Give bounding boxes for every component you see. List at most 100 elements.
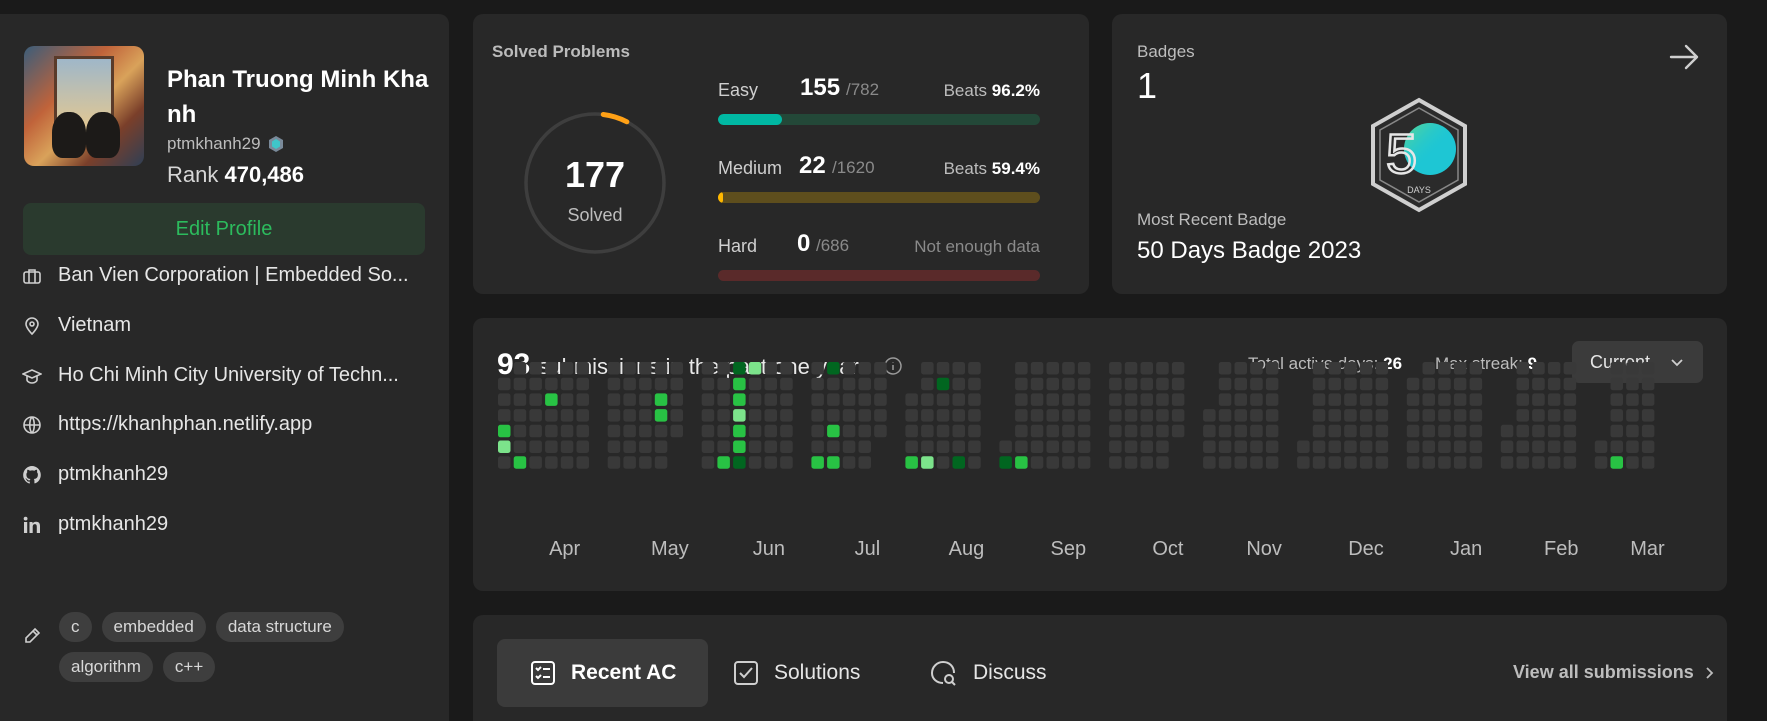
skill-tag[interactable]: c xyxy=(59,612,92,642)
heatmap-day-cell[interactable] xyxy=(1109,393,1122,406)
heatmap-day-cell[interactable] xyxy=(1124,424,1138,438)
heatmap-day-cell[interactable] xyxy=(1015,393,1028,406)
heatmap-day-cell[interactable] xyxy=(1344,362,1357,375)
heatmap-day-cell[interactable] xyxy=(1359,456,1373,469)
heatmap-day-cell[interactable] xyxy=(1453,456,1467,469)
heatmap-day-cell[interactable] xyxy=(717,393,730,406)
heatmap-day-cell[interactable] xyxy=(780,456,793,469)
heatmap-day-cell[interactable] xyxy=(654,440,668,454)
heatmap-day-cell[interactable] xyxy=(874,409,887,422)
heatmap-day-cell[interactable] xyxy=(842,456,856,469)
heatmap-day-cell[interactable] xyxy=(607,377,621,391)
heatmap-day-cell[interactable] xyxy=(842,440,856,454)
heatmap-day-cell[interactable] xyxy=(498,440,511,454)
heatmap-day-cell[interactable] xyxy=(748,362,762,375)
heatmap-day-cell[interactable] xyxy=(764,424,778,438)
heatmap-day-cell[interactable] xyxy=(733,393,746,406)
heatmap-day-cell[interactable] xyxy=(560,456,574,469)
heatmap-day-cell[interactable] xyxy=(623,424,636,438)
heatmap-day-cell[interactable] xyxy=(717,440,730,454)
heatmap-day-cell[interactable] xyxy=(733,362,746,375)
heatmap-day-cell[interactable] xyxy=(1030,424,1044,438)
heatmap-day-cell[interactable] xyxy=(1547,440,1561,454)
heatmap-day-cell[interactable] xyxy=(827,409,840,422)
heatmap-day-cell[interactable] xyxy=(921,456,934,469)
heatmap-day-cell[interactable] xyxy=(1328,456,1342,469)
heatmap-day-cell[interactable] xyxy=(1062,362,1075,375)
heatmap-day-cell[interactable] xyxy=(1140,456,1154,469)
heatmap-day-cell[interactable] xyxy=(717,362,730,375)
heatmap-day-cell[interactable] xyxy=(811,377,824,391)
heatmap-day-cell[interactable] xyxy=(780,393,793,406)
heatmap-day-cell[interactable] xyxy=(1453,362,1467,375)
heatmap-day-cell[interactable] xyxy=(811,424,824,438)
heatmap-day-cell[interactable] xyxy=(1453,377,1467,391)
heatmap-day-cell[interactable] xyxy=(858,456,872,469)
view-all-submissions-link[interactable]: View all submissions xyxy=(1513,662,1716,683)
heatmap-day-cell[interactable] xyxy=(874,377,887,391)
heatmap-day-cell[interactable] xyxy=(1375,393,1389,406)
heatmap-day-cell[interactable] xyxy=(1077,393,1091,406)
heatmap-day-cell[interactable] xyxy=(811,456,824,469)
heatmap-day-cell[interactable] xyxy=(921,440,934,454)
heatmap-day-cell[interactable] xyxy=(1328,409,1342,422)
heatmap-day-cell[interactable] xyxy=(513,456,527,469)
linkedin-row[interactable]: ptmkhanh29 xyxy=(22,513,432,536)
heatmap-day-cell[interactable] xyxy=(842,409,856,422)
heatmap-day-cell[interactable] xyxy=(1594,440,1608,454)
heatmap-day-cell[interactable] xyxy=(1626,409,1639,422)
heatmap-day-cell[interactable] xyxy=(1532,393,1545,406)
heatmap-day-cell[interactable] xyxy=(1469,362,1483,375)
heatmap-day-cell[interactable] xyxy=(748,456,762,469)
heatmap-day-cell[interactable] xyxy=(529,440,542,454)
heatmap-day-cell[interactable] xyxy=(748,440,762,454)
heatmap-day-cell[interactable] xyxy=(1156,456,1169,469)
heatmap-day-cell[interactable] xyxy=(1015,362,1028,375)
heatmap-day-cell[interactable] xyxy=(1438,393,1451,406)
heatmap-day-cell[interactable] xyxy=(1109,362,1122,375)
heatmap-day-cell[interactable] xyxy=(654,456,668,469)
heatmap-day-cell[interactable] xyxy=(654,424,668,438)
heatmap-day-cell[interactable] xyxy=(1312,424,1326,438)
heatmap-day-cell[interactable] xyxy=(701,409,715,422)
heatmap-day-cell[interactable] xyxy=(1062,409,1075,422)
heatmap-day-cell[interactable] xyxy=(670,362,684,375)
heatmap-day-cell[interactable] xyxy=(1077,424,1091,438)
heatmap-day-cell[interactable] xyxy=(1438,424,1451,438)
heatmap-day-cell[interactable] xyxy=(1062,440,1075,454)
heatmap-day-cell[interactable] xyxy=(1312,393,1326,406)
heatmap-day-cell[interactable] xyxy=(858,424,872,438)
heatmap-day-cell[interactable] xyxy=(811,440,824,454)
heatmap-day-cell[interactable] xyxy=(764,393,778,406)
heatmap-day-cell[interactable] xyxy=(1375,440,1389,454)
heatmap-day-cell[interactable] xyxy=(1532,377,1545,391)
heatmap-day-cell[interactable] xyxy=(1297,440,1310,454)
heatmap-day-cell[interactable] xyxy=(1344,409,1357,422)
heatmap-day-cell[interactable] xyxy=(1312,409,1326,422)
heatmap-day-cell[interactable] xyxy=(1030,377,1044,391)
heatmap-day-cell[interactable] xyxy=(1250,456,1263,469)
heatmap-day-cell[interactable] xyxy=(921,393,934,406)
heatmap-day-cell[interactable] xyxy=(1109,440,1122,454)
heatmap-day-cell[interactable] xyxy=(1516,393,1530,406)
heatmap-day-cell[interactable] xyxy=(717,377,730,391)
heatmap-day-cell[interactable] xyxy=(1375,377,1389,391)
heatmap-day-cell[interactable] xyxy=(1265,456,1279,469)
heatmap-day-cell[interactable] xyxy=(560,409,574,422)
heatmap-day-cell[interactable] xyxy=(827,362,840,375)
heatmap-day-cell[interactable] xyxy=(1641,393,1655,406)
heatmap-day-cell[interactable] xyxy=(1406,393,1420,406)
heatmap-day-cell[interactable] xyxy=(1234,440,1248,454)
heatmap-day-cell[interactable] xyxy=(1234,456,1248,469)
heatmap-day-cell[interactable] xyxy=(1500,456,1514,469)
heatmap-day-cell[interactable] xyxy=(999,440,1012,454)
heatmap-day-cell[interactable] xyxy=(1469,424,1483,438)
heatmap-day-cell[interactable] xyxy=(513,440,527,454)
heatmap-day-cell[interactable] xyxy=(1062,377,1075,391)
heatmap-day-cell[interactable] xyxy=(1015,409,1028,422)
heatmap-day-cell[interactable] xyxy=(1171,362,1185,375)
heatmap-day-cell[interactable] xyxy=(670,377,684,391)
heatmap-day-cell[interactable] xyxy=(1344,440,1357,454)
tab-recent-ac[interactable]: Recent AC xyxy=(497,639,709,707)
skill-tag[interactable]: algorithm xyxy=(59,652,153,682)
